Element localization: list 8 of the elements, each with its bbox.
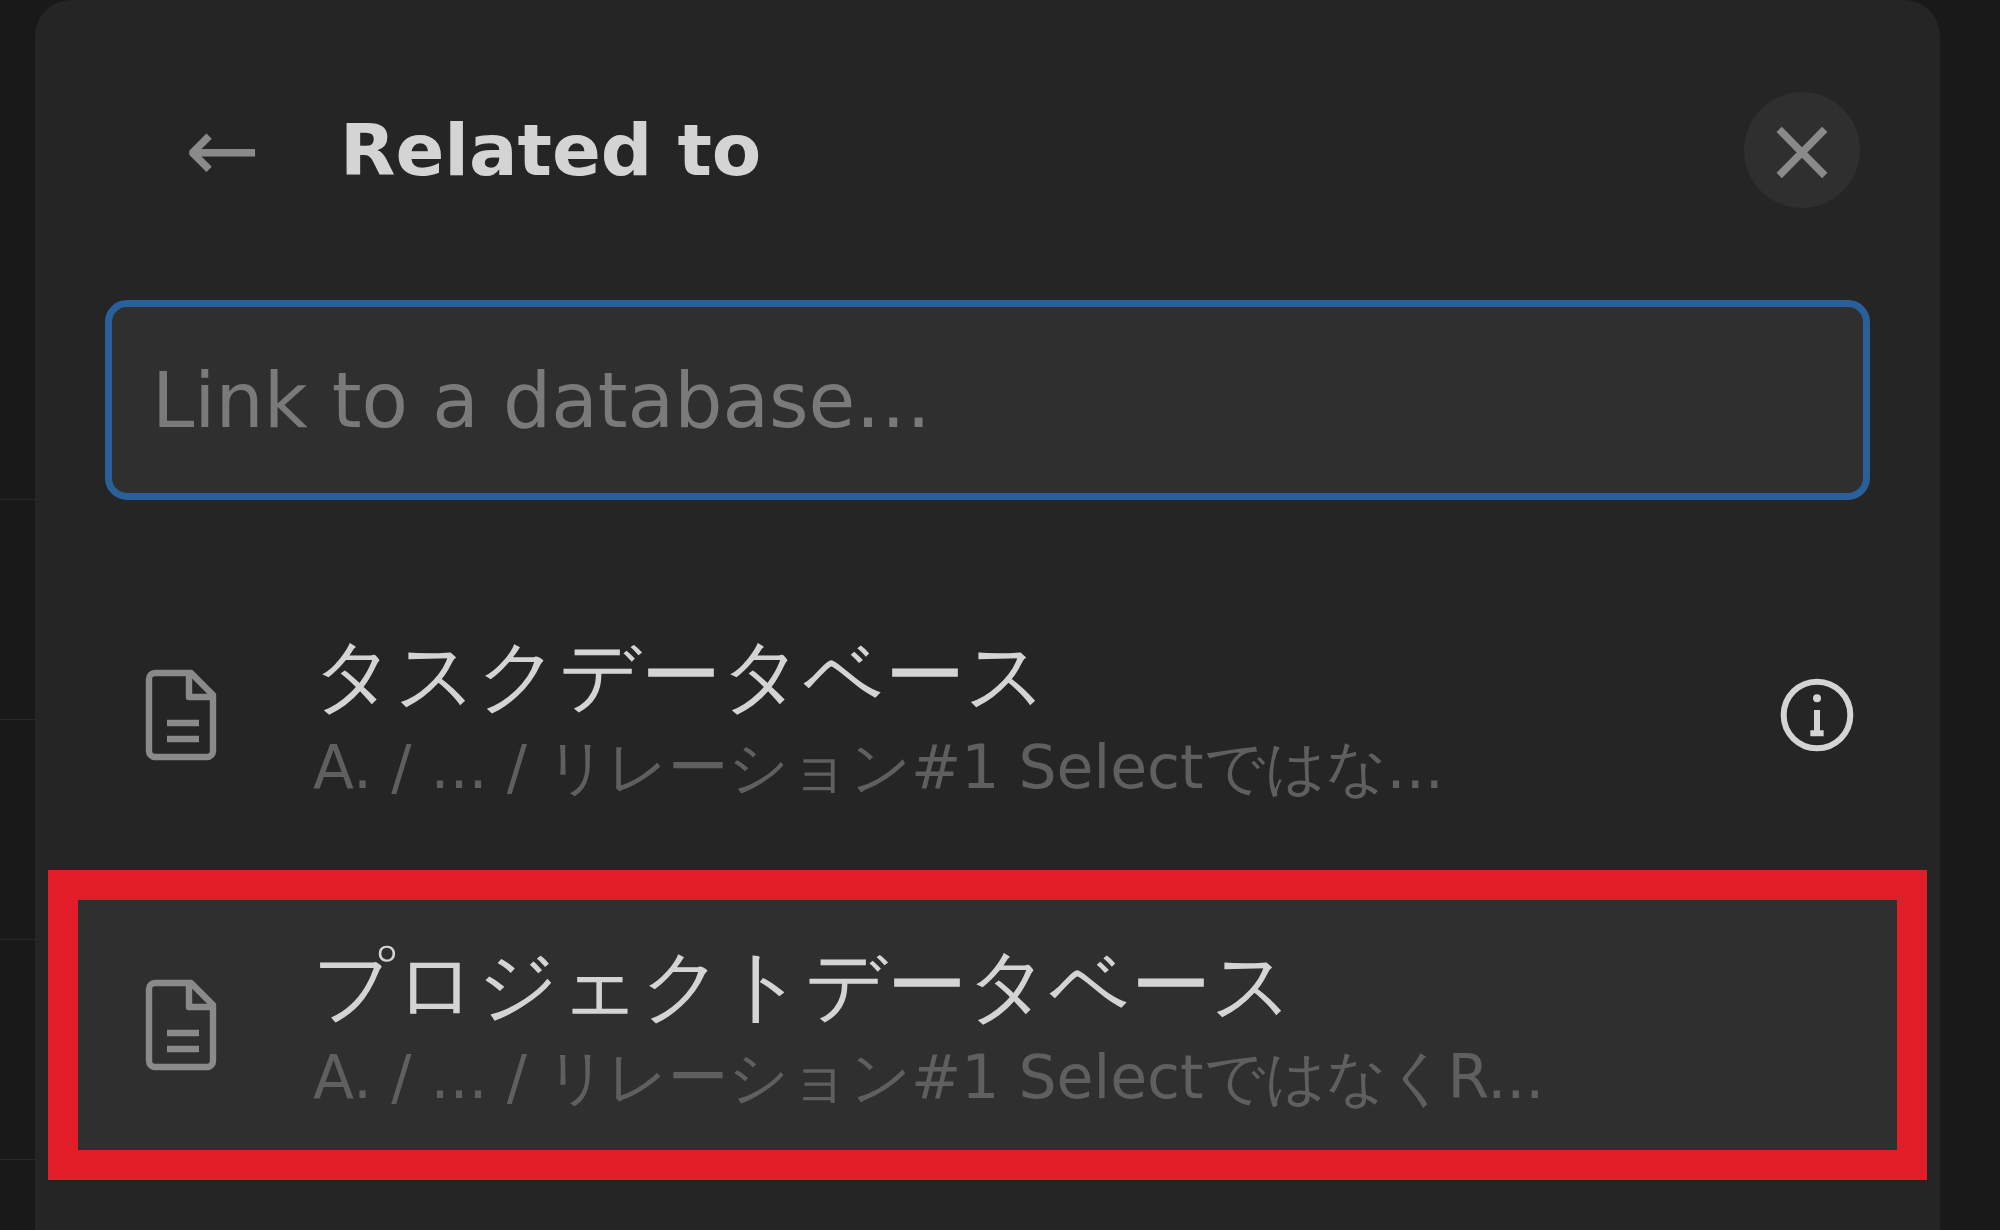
database-option[interactable]: タスクデータベース A. / ... / リレーション#1 Selectではな... xyxy=(78,590,1897,840)
popup-title: Related to xyxy=(340,107,762,194)
option-path: A. / ... / リレーション#1 Selectではな... xyxy=(313,730,1444,804)
back-button[interactable]: ← xyxy=(185,105,295,195)
option-title: プロジェクトデータベース xyxy=(313,937,1294,1034)
search-field[interactable]: Link to a database… xyxy=(105,300,1870,500)
option-title: タスクデータベース xyxy=(313,627,1048,724)
close-button[interactable]: × xyxy=(1744,92,1860,208)
